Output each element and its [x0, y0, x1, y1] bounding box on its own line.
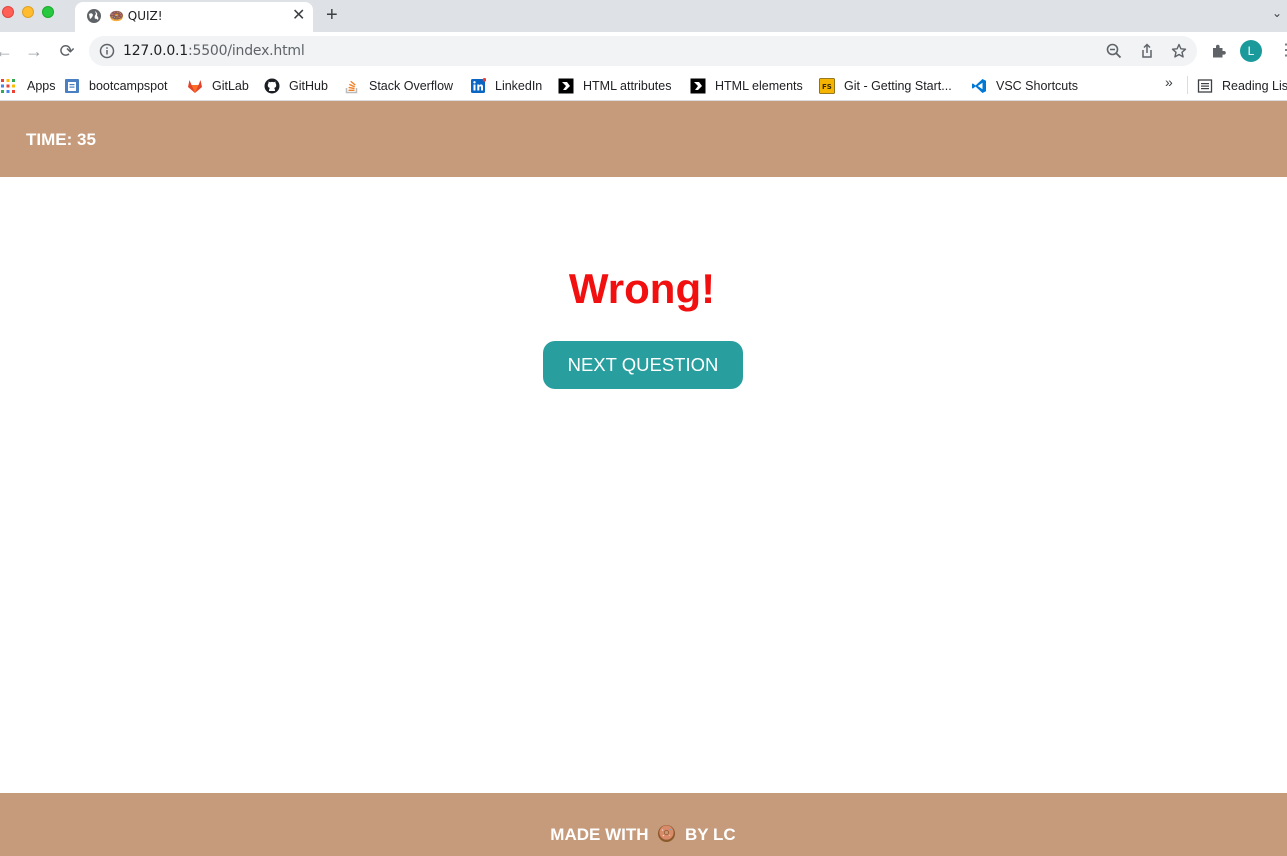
browser-toolbar: ← → ⟳ 127.0.0.1:5500/index.html — [0, 32, 1287, 70]
bookmark-favicon-icon — [690, 78, 706, 94]
github-icon — [264, 78, 280, 94]
donut-icon — [658, 824, 676, 843]
linkedin-icon — [471, 78, 486, 93]
globe-icon — [87, 9, 101, 23]
footer-text-after: BY LC — [684, 825, 736, 844]
vscode-icon — [972, 79, 986, 93]
bookmark-label: Git - Getting Start... — [844, 79, 952, 93]
new-tab-button[interactable]: + — [326, 4, 338, 26]
bookmark-html-attributes[interactable]: HTML attributes — [558, 75, 671, 97]
next-question-button[interactable]: NEXT QUESTION — [543, 341, 743, 389]
bookmark-star-icon[interactable] — [1171, 43, 1187, 59]
url-host: 127.0.0.1 — [123, 43, 188, 59]
reload-button[interactable]: ⟳ — [57, 41, 77, 61]
bookmark-favicon-icon — [558, 78, 574, 94]
reading-list-label: Reading Lis — [1222, 79, 1287, 93]
bookmark-gitlab[interactable]: GitLab — [187, 75, 249, 97]
share-icon[interactable] — [1139, 43, 1155, 59]
bookmark-label: GitHub — [289, 79, 328, 93]
apps-grid-icon — [1, 79, 15, 93]
reading-list[interactable]: Reading Lis — [1197, 75, 1287, 97]
bookmark-github[interactable]: GitHub — [264, 75, 328, 97]
url-path: :5500/index.html — [188, 43, 305, 59]
tab-close-icon[interactable]: ✕ — [292, 6, 305, 26]
answer-result-heading: Wrong! — [568, 265, 716, 312]
forward-button[interactable]: → — [24, 41, 44, 61]
fs-icon: FS — [819, 78, 835, 94]
bookmark-bootcampspot[interactable]: bootcampspot — [64, 75, 168, 97]
tab-title: 🍩 QUIZ! — [109, 9, 163, 23]
bookmark-linkedin[interactable]: LinkedIn — [470, 75, 542, 97]
bookmark-label: GitLab — [212, 79, 249, 93]
window-zoom-button[interactable] — [42, 6, 54, 18]
browser-tab-strip: 🍩 QUIZ! ✕ + ⌄ — [0, 0, 1287, 32]
timer-text: TIME: 35 — [26, 130, 96, 149]
browser-tab-quiz[interactable]: 🍩 QUIZ! ✕ — [75, 2, 313, 32]
extensions-puzzle-icon[interactable] — [1210, 42, 1228, 60]
address-bar[interactable]: 127.0.0.1:5500/index.html — [89, 36, 1197, 66]
bookmark-label: Stack Overflow — [369, 79, 454, 93]
bookmark-apps[interactable]: Apps — [0, 75, 56, 97]
reading-list-icon — [1197, 79, 1213, 93]
back-button[interactable]: ← — [0, 41, 14, 61]
footer-credit: MADE WITH BY LC — [0, 824, 1286, 845]
bookmarks-bar: Apps bootcampspot GitLab GitHub Stack Ov… — [0, 70, 1287, 101]
bookmark-html-elements[interactable]: HTML elements — [690, 75, 803, 97]
gitlab-icon — [188, 80, 202, 93]
bootcampspot-icon — [65, 79, 79, 93]
bookmark-git-getting-started[interactable]: FS Git - Getting Start... — [819, 75, 952, 97]
quiz-footer: MADE WITH BY LC — [0, 793, 1287, 856]
bookmark-label: Apps — [27, 79, 56, 93]
bookmarks-divider — [1187, 76, 1188, 94]
zoom-out-icon[interactable] — [1106, 43, 1122, 59]
svg-text:FS: FS — [822, 83, 832, 91]
bookmark-label: HTML elements — [715, 79, 803, 93]
bookmark-stack-overflow[interactable]: Stack Overflow — [344, 75, 453, 97]
more-bookmarks-chevron-icon[interactable]: » — [1165, 74, 1173, 90]
stackoverflow-icon — [345, 80, 358, 94]
bookmark-label: LinkedIn — [495, 79, 543, 93]
window-close-button[interactable] — [2, 6, 14, 18]
bookmark-label: bootcampspot — [89, 79, 168, 93]
profile-avatar[interactable]: L — [1240, 40, 1262, 62]
footer-text-before: MADE WITH — [550, 825, 649, 844]
bookmark-vsc-shortcuts[interactable]: VSC Shortcuts — [971, 75, 1078, 97]
url-text[interactable]: 127.0.0.1:5500/index.html — [123, 43, 305, 59]
site-info-icon[interactable] — [99, 43, 115, 59]
bookmark-label: HTML attributes — [583, 79, 672, 93]
tab-search-chevron-icon[interactable]: ⌄ — [1272, 6, 1282, 20]
window-minimize-button[interactable] — [22, 6, 34, 18]
quiz-header: TIME: 35 — [0, 101, 1287, 177]
browser-menu-icon[interactable]: ⋮ — [1278, 41, 1287, 61]
bookmark-label: VSC Shortcuts — [996, 79, 1078, 93]
